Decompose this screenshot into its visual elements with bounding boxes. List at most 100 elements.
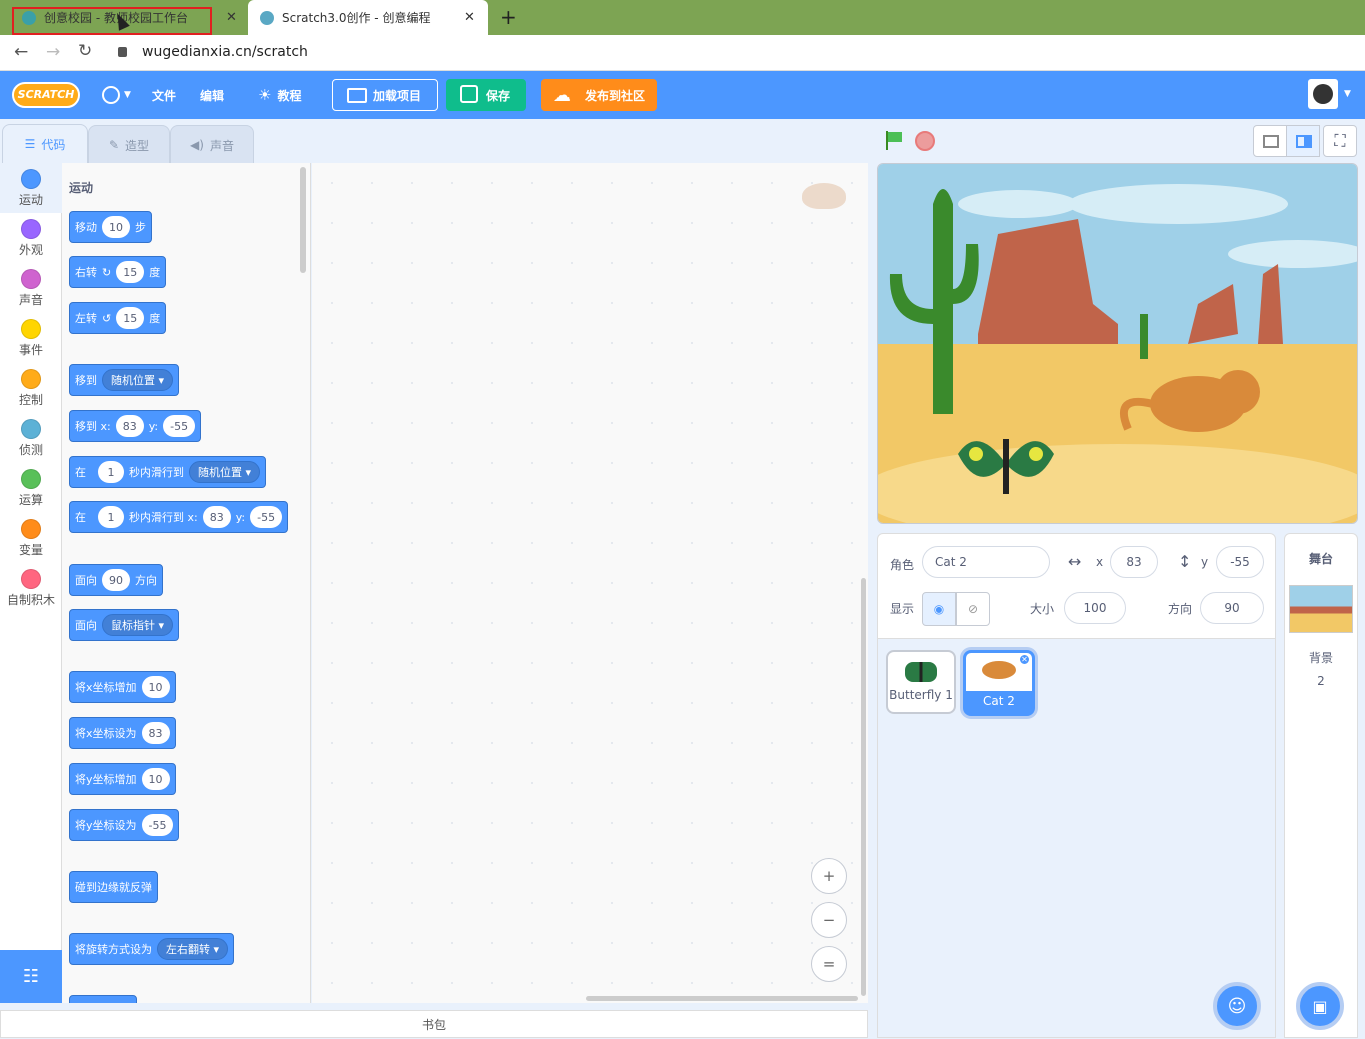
stage-canvas[interactable]: [877, 163, 1358, 524]
block-goto[interactable]: 移到 随机位置 ▾: [69, 364, 180, 396]
delete-sprite-icon[interactable]: ✕: [1018, 653, 1031, 666]
number-input[interactable]: -55: [163, 415, 196, 437]
language-menu[interactable]: ▼: [102, 71, 131, 119]
add-extension-button[interactable]: ☷: [0, 950, 62, 1003]
show-hidden-button[interactable]: ⊘: [956, 592, 990, 626]
block-text: 将y坐标设为: [75, 819, 137, 832]
tab-sounds[interactable]: ◀) 声音: [170, 125, 254, 164]
account-caret-icon[interactable]: ▼: [1344, 89, 1351, 99]
number-input[interactable]: 83: [115, 415, 144, 437]
workspace-horizontal-scrollbar[interactable]: [586, 996, 858, 1001]
number-input[interactable]: 83: [141, 722, 170, 744]
tutorial-menu[interactable]: ☀ 教程: [258, 71, 301, 119]
block-glide-xy[interactable]: 在 1 秒内滑行到 x: 83 y: -55: [69, 501, 289, 533]
block-set-x[interactable]: 将x坐标设为 83: [69, 717, 176, 749]
load-project-button[interactable]: 加载项目: [332, 79, 438, 111]
stage-selector[interactable]: 舞台 背景 2: [1284, 533, 1358, 1038]
y-position-input[interactable]: -55: [1216, 546, 1264, 578]
direction-input[interactable]: 90: [1200, 592, 1264, 624]
browser-tab-scratch[interactable]: Scratch3.0创作 - 创意编程 ✕: [248, 0, 488, 35]
category-sound[interactable]: 声音: [0, 263, 62, 313]
target-dropdown[interactable]: 随机位置 ▾: [189, 461, 261, 483]
save-button[interactable]: 保存: [446, 79, 526, 111]
tab-code[interactable]: ☰ 代码: [2, 124, 88, 163]
scratch-logo[interactable]: SCRATCH: [12, 82, 80, 108]
fullscreen-button[interactable]: ⛶: [1323, 125, 1357, 157]
cloud-upload-icon: ☁: [553, 85, 571, 106]
block-rotation-style[interactable]: 将旋转方式设为 左右翻转 ▾: [69, 933, 235, 965]
block-point-direction[interactable]: 面向 90 方向: [69, 564, 163, 596]
publish-button[interactable]: ☁ 发布到社区: [541, 79, 657, 111]
category-operators[interactable]: 运算: [0, 463, 62, 513]
category-dot: [21, 319, 41, 339]
small-stage-button[interactable]: [1253, 125, 1287, 157]
number-input[interactable]: 90: [102, 569, 130, 591]
category-my-blocks[interactable]: 自制积木: [0, 563, 62, 613]
close-tab-icon[interactable]: ✕: [226, 10, 237, 25]
close-tab-icon[interactable]: ✕: [464, 10, 475, 25]
y-arrow-icon: ↕: [1178, 552, 1192, 571]
number-input[interactable]: -55: [141, 814, 174, 836]
category-label: 控制: [18, 393, 43, 407]
sprite-ghost-icon: [802, 183, 846, 209]
sprite-thumb-cat[interactable]: Cat 2 ✕: [963, 650, 1035, 716]
category-sensing[interactable]: 侦测: [0, 413, 62, 463]
block-point-towards[interactable]: 面向 鼠标指针 ▾: [69, 609, 180, 641]
block-change-x[interactable]: 将x坐标增加 10: [69, 671, 176, 703]
block-change-y[interactable]: 将y坐标增加 10: [69, 763, 176, 795]
reload-icon[interactable]: ↻: [78, 41, 92, 61]
tab-costumes[interactable]: ✎ 造型: [88, 125, 170, 164]
category-looks[interactable]: 外观: [0, 213, 62, 263]
number-input[interactable]: 15: [116, 261, 145, 283]
number-input[interactable]: 1: [98, 461, 124, 483]
code-icon: ☰: [24, 137, 36, 151]
user-avatar[interactable]: [1308, 79, 1338, 109]
block-set-y[interactable]: 将y坐标设为 -55: [69, 809, 180, 841]
category-events[interactable]: 事件: [0, 313, 62, 363]
zoom-reset-button[interactable]: =: [811, 946, 847, 982]
x-position-input[interactable]: 83: [1110, 546, 1158, 578]
number-input[interactable]: 10: [141, 768, 170, 790]
number-input[interactable]: 83: [202, 506, 231, 528]
block-turn-right[interactable]: 右转 ↻ 15 度: [69, 256, 167, 288]
large-stage-button[interactable]: [1286, 125, 1320, 157]
backpack-bar[interactable]: 书包: [0, 1010, 868, 1038]
block-goto-xy[interactable]: 移到 x: 83 y: -55: [69, 410, 202, 442]
block-bounce[interactable]: 碰到边缘就反弹: [69, 871, 158, 903]
target-dropdown[interactable]: 随机位置 ▾: [102, 369, 174, 391]
block-partial[interactable]: [69, 995, 137, 1003]
block-glide-to[interactable]: 在 1 秒内滑行到 随机位置 ▾: [69, 456, 267, 488]
zoom-out-button[interactable]: −: [811, 902, 847, 938]
choose-sprite-button[interactable]: ☺: [1213, 982, 1261, 1030]
backdrop-label: 背景: [1308, 651, 1333, 665]
block-turn-left[interactable]: 左转 ↺ 15 度: [69, 302, 167, 334]
sprite-thumb-butterfly[interactable]: Butterfly 1: [886, 650, 956, 714]
target-dropdown[interactable]: 鼠标指针 ▾: [102, 614, 174, 636]
green-flag-icon[interactable]: [884, 130, 904, 150]
number-input[interactable]: 1: [98, 506, 124, 528]
code-workspace[interactable]: [312, 163, 868, 1003]
category-motion[interactable]: 运动: [0, 163, 62, 213]
number-input[interactable]: 15: [116, 307, 145, 329]
zoom-in-button[interactable]: +: [811, 858, 847, 894]
choose-backdrop-button[interactable]: ▣: [1296, 982, 1344, 1030]
stop-icon[interactable]: [915, 131, 935, 151]
forward-icon[interactable]: →: [46, 42, 60, 62]
block-move-steps[interactable]: 移动 10 步: [69, 211, 152, 243]
number-input[interactable]: 10: [141, 676, 170, 698]
show-visible-button[interactable]: ◉: [922, 592, 956, 626]
edit-menu[interactable]: 编辑: [200, 71, 224, 119]
url-text[interactable]: wugedianxia.cn/scratch: [142, 44, 308, 60]
number-input[interactable]: 10: [102, 216, 130, 238]
back-icon[interactable]: ←: [14, 42, 28, 62]
sprite-name-input[interactable]: Cat 2: [922, 546, 1050, 578]
category-control[interactable]: 控制: [0, 363, 62, 413]
number-input[interactable]: -55: [250, 506, 283, 528]
category-variables[interactable]: 变量: [0, 513, 62, 563]
rotation-dropdown[interactable]: 左右翻转 ▾: [157, 938, 229, 960]
workspace-vertical-scrollbar[interactable]: [861, 578, 866, 996]
palette-scrollbar[interactable]: [300, 167, 306, 273]
new-tab-icon[interactable]: +: [500, 5, 517, 29]
file-menu[interactable]: 文件: [152, 71, 176, 119]
size-input[interactable]: 100: [1064, 592, 1126, 624]
